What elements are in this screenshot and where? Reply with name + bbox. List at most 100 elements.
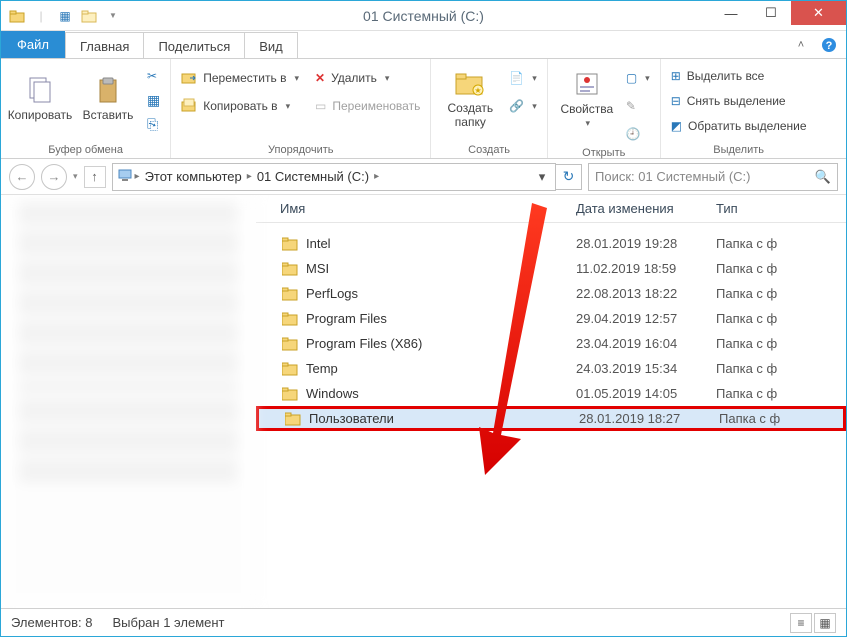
move-to-button[interactable]: Переместить в▾ (177, 67, 303, 89)
file-type: Папка с ф (719, 411, 843, 426)
search-icon[interactable]: 🔍 (815, 169, 831, 185)
file-list[interactable]: Intel28.01.2019 19:28Папка с фMSI11.02.2… (256, 223, 846, 608)
group-clipboard: Копировать Вставить ✂ ▦ ⎘ Буфер обмена (1, 59, 171, 158)
select-none-icon: ⊟ (671, 94, 681, 108)
open-button[interactable]: ▢▾ (622, 67, 654, 89)
table-row[interactable]: MSI11.02.2019 18:59Папка с ф (256, 256, 846, 281)
navigation-pane[interactable] (1, 195, 256, 608)
table-row[interactable]: Temp24.03.2019 15:34Папка с ф (256, 356, 846, 381)
select-none-button[interactable]: ⊟Снять выделение (667, 90, 811, 112)
file-name: Windows (306, 386, 576, 401)
view-details-button[interactable]: ≡ (790, 613, 812, 633)
copy-path-button[interactable]: ▦ (143, 89, 164, 111)
paste-button[interactable]: Вставить (75, 61, 141, 135)
edit-icon: ✎ (626, 99, 636, 113)
ribbon-collapse-icon[interactable]: ˄ (790, 34, 812, 56)
table-row[interactable]: Program Files (X86)23.04.2019 16:04Папка… (256, 331, 846, 356)
breadcrumb-dropdown-icon[interactable]: ▾ (533, 169, 551, 185)
chevron-right-icon[interactable]: ▸ (247, 171, 252, 182)
new-item-button[interactable]: 📄▾ (505, 67, 540, 89)
group-organize: Переместить в▾ Копировать в▾ ✕ Удалить▾ … (171, 59, 431, 158)
tab-share[interactable]: Поделиться (144, 32, 245, 59)
open-icon: ▢ (626, 71, 637, 85)
copy-to-label: Копировать в (203, 99, 277, 113)
history-button[interactable]: 🕘 (622, 123, 654, 145)
chevron-right-icon[interactable]: ▸ (374, 171, 379, 182)
close-button[interactable]: ✕ (791, 1, 846, 25)
tab-file[interactable]: Файл (1, 31, 65, 58)
back-button[interactable]: ← (9, 164, 35, 190)
status-selected: Выбран 1 элемент (112, 615, 224, 630)
properties-dd: ▾ (586, 118, 591, 129)
column-name[interactable]: Имя (256, 201, 576, 216)
folder-icon (280, 311, 300, 327)
properties-label: Свойства (560, 102, 613, 116)
forward-button[interactable]: → (41, 164, 67, 190)
status-items: Элементов: 8 (11, 615, 92, 630)
delete-button[interactable]: ✕ Удалить▾ (311, 67, 424, 89)
shortcut-icon: ⎘ (147, 116, 158, 133)
column-headers[interactable]: Имя Дата изменения Тип (256, 195, 846, 223)
scissors-icon: ✂ (147, 69, 157, 83)
table-row[interactable]: Пользователи28.01.2019 18:27Папка с ф (256, 406, 846, 431)
table-row[interactable]: PerfLogs22.08.2013 18:22Папка с ф (256, 281, 846, 306)
table-row[interactable]: Windows01.05.2019 14:05Папка с ф (256, 381, 846, 406)
invert-selection-button[interactable]: ◩Обратить выделение (667, 115, 811, 137)
pc-icon (117, 168, 133, 185)
up-button[interactable]: ↑ (84, 166, 106, 188)
easy-access-button[interactable]: 🔗▾ (505, 95, 540, 117)
view-icons-button[interactable]: ▦ (814, 613, 836, 633)
chevron-right-icon[interactable]: ▸ (135, 171, 140, 182)
folder-icon (280, 286, 300, 302)
table-row[interactable]: Intel28.01.2019 19:28Папка с ф (256, 231, 846, 256)
qat-dropdown-icon[interactable]: ▼ (103, 6, 123, 26)
properties-button[interactable]: Свойства ▾ (554, 61, 620, 135)
folder-icon (280, 361, 300, 377)
qat-icon[interactable] (7, 6, 27, 26)
ribbon-tabs: Файл Главная Поделиться Вид ˄ ? (1, 31, 846, 59)
ribbon: Копировать Вставить ✂ ▦ ⎘ Буфер обмена (1, 59, 846, 159)
file-type: Папка с ф (716, 236, 846, 251)
column-type[interactable]: Тип (716, 201, 846, 216)
help-icon[interactable]: ? (818, 34, 840, 56)
crumb-drive[interactable]: 01 Системный (С:) (254, 169, 372, 184)
file-type: Папка с ф (716, 261, 846, 276)
column-date[interactable]: Дата изменения (576, 201, 716, 216)
folder-icon (280, 386, 300, 402)
copy-button[interactable]: Копировать (7, 61, 73, 135)
crumb-this-pc[interactable]: Этот компьютер (142, 169, 245, 184)
rename-button[interactable]: ▭ Переименовать (311, 95, 424, 117)
paste-shortcut-button[interactable]: ⎘ (143, 113, 164, 135)
file-date: 23.04.2019 16:04 (576, 336, 716, 351)
select-all-button[interactable]: ⊞Выделить все (667, 65, 811, 87)
search-input[interactable]: Поиск: 01 Системный (С:) 🔍 (588, 163, 838, 191)
tab-view[interactable]: Вид (245, 32, 298, 59)
svg-text:?: ? (826, 40, 833, 52)
new-folder-icon[interactable] (79, 6, 99, 26)
maximize-button[interactable]: ☐ (751, 1, 791, 25)
cut-button[interactable]: ✂ (143, 65, 164, 87)
breadcrumb[interactable]: ▸ Этот компьютер ▸ 01 Системный (С:) ▸ ▾ (112, 163, 556, 191)
new-folder-label1: Создать (448, 101, 494, 115)
file-date: 11.02.2019 18:59 (576, 261, 716, 276)
file-date: 28.01.2019 18:27 (579, 411, 719, 426)
group-label-select: Выделить (667, 142, 811, 158)
group-label-new: Создать (437, 142, 540, 158)
copy-label: Копировать (8, 108, 73, 122)
table-row[interactable]: Program Files29.04.2019 12:57Папка с ф (256, 306, 846, 331)
delete-label: Удалить (331, 71, 377, 85)
copy-to-button[interactable]: Копировать в▾ (177, 95, 303, 117)
edit-button[interactable]: ✎ (622, 95, 654, 117)
recent-dropdown-icon[interactable]: ▾ (73, 171, 78, 182)
group-open: Свойства ▾ ▢▾ ✎ 🕘 Открыть (548, 59, 661, 158)
move-to-label: Переместить в (203, 71, 286, 85)
file-type: Папка с ф (716, 386, 846, 401)
file-name: Program Files (X86) (306, 336, 576, 351)
new-folder-button[interactable]: ★ Создать папку (437, 61, 503, 135)
properties-icon[interactable]: ▦ (55, 6, 75, 26)
minimize-button[interactable]: — (711, 1, 751, 25)
tab-main[interactable]: Главная (65, 32, 144, 59)
refresh-button[interactable]: ↻ (556, 164, 582, 190)
delete-icon: ✕ (315, 71, 325, 85)
group-new: ★ Создать папку 📄▾ 🔗▾ Создать (431, 59, 547, 158)
